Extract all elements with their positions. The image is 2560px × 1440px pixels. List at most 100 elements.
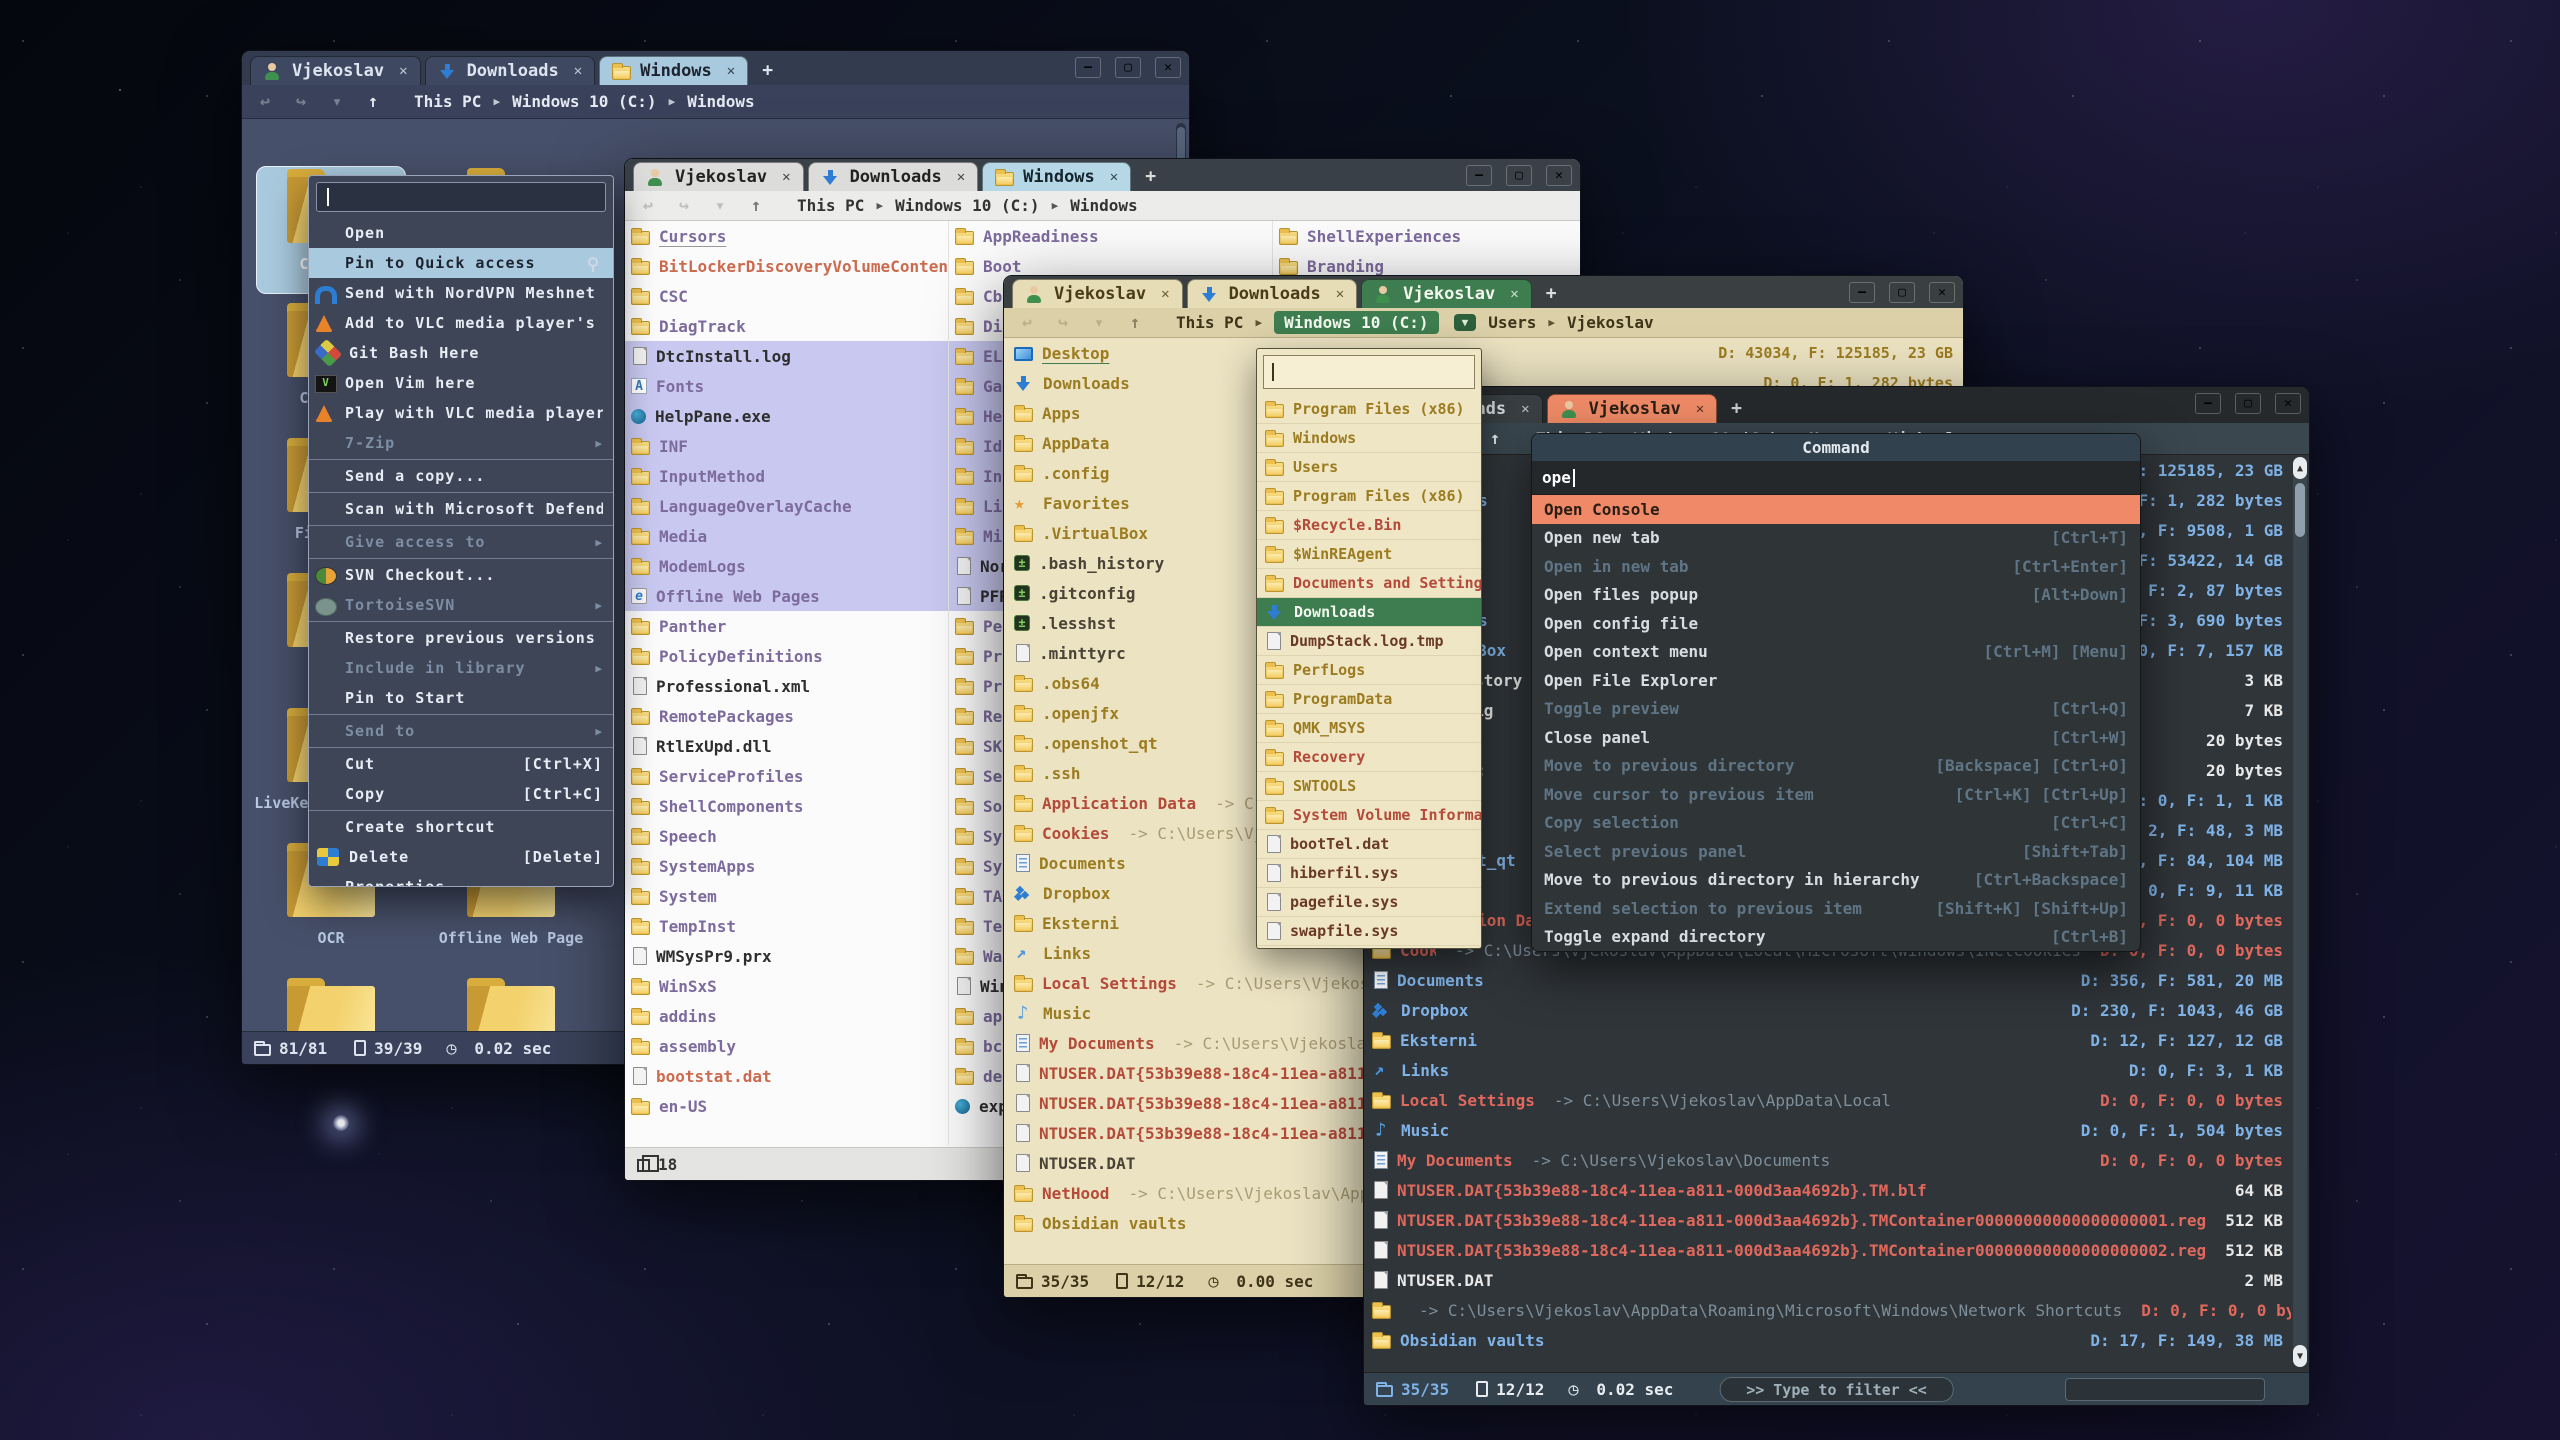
file-row-bootstat-dat[interactable]: bootstat.dat	[625, 1061, 948, 1091]
menu-item-7-zip[interactable]: 7-Zip▶	[309, 428, 613, 458]
tab-close-icon[interactable]: ✕	[1510, 286, 1518, 302]
breadcrumb-item-users[interactable]: Users	[1488, 313, 1536, 332]
breadcrumb-item-this-pc[interactable]: This PC	[797, 196, 864, 215]
minimize-button[interactable]: —	[2195, 393, 2221, 414]
palette-item-select-previous-panel[interactable]: Select previous panel[Shift+Tab]	[1532, 837, 2140, 866]
menu-item-properties[interactable]: Properties	[309, 872, 613, 887]
menu-item-open[interactable]: Open	[309, 218, 613, 248]
menu-item-tortoisesvn[interactable]: TortoiseSVN▶	[309, 590, 613, 620]
palette-item-move-to-previous-directory-in-hierarchy[interactable]: Move to previous directory in hierarchy[…	[1532, 866, 2140, 895]
file-row-links[interactable]: LinksD: 0, F: 3, 1 KB	[1364, 1055, 2291, 1085]
back-button[interactable]: ↩	[635, 196, 661, 216]
tab-close-icon[interactable]: ✕	[1521, 401, 1529, 417]
type-to-filter-button[interactable]: >> Type to filter <<	[1719, 1377, 1954, 1402]
breadcrumb-item-vjekoslav[interactable]: Vjekoslav	[1567, 313, 1654, 332]
new-tab-button[interactable]: +	[752, 56, 783, 85]
palette-item-open-in-new-tab[interactable]: Open in new tab[Ctrl+Enter]	[1532, 552, 2140, 581]
tab-windows[interactable]: Windows✕	[982, 162, 1131, 191]
up-button[interactable]: ↑	[360, 92, 386, 112]
breadcrumb[interactable]: This PC▶Windows 10 (C:)▼Users▶Vjekoslav	[1162, 311, 1654, 334]
menu-item-delete[interactable]: Delete[Delete]	[309, 842, 613, 872]
palette-item-open-console[interactable]: Open Console	[1532, 495, 2140, 524]
file-row-tempinst[interactable]: TempInst	[625, 911, 948, 941]
tab-vjekoslav[interactable]: Vjekoslav✕	[1361, 279, 1532, 308]
dropdown-item-dumpstack-log-tmp[interactable]: DumpStack.log.tmp	[1257, 627, 1481, 656]
close-button[interactable]: ✕	[1546, 165, 1572, 186]
back-button[interactable]: ↩	[252, 92, 278, 112]
up-button[interactable]: ↑	[743, 196, 769, 216]
file-row-media[interactable]: Media	[625, 521, 948, 551]
file-row-winsxs[interactable]: WinSxS	[625, 971, 948, 1001]
menu-item-scan-with-microsoft-defender[interactable]: Scan with Microsoft Defender...	[309, 494, 613, 524]
file-row-nethood[interactable]: NetHood-> C:\Users\Vjekoslav\AppData\Roa…	[1364, 1295, 2291, 1325]
palette-item-copy-selection[interactable]: Copy selection[Ctrl+C]	[1532, 809, 2140, 838]
palette-item-open-context-menu[interactable]: Open context menu[Ctrl+M] [Menu]	[1532, 638, 2140, 667]
menu-item-send-with-nordvpn-meshnet[interactable]: Send with NordVPN Meshnet	[309, 278, 613, 308]
breadcrumb-item-windows-10-c[interactable]: Windows 10 (C:)	[895, 196, 1040, 215]
file-row-dropbox[interactable]: DropboxD: 230, F: 1043, 46 GB	[1364, 995, 2291, 1025]
drive-dropdown-button[interactable]: ▼	[1454, 314, 1477, 331]
palette-item-open-files-popup[interactable]: Open files popup[Alt+Down]	[1532, 581, 2140, 610]
minimize-button[interactable]: —	[1075, 57, 1101, 78]
menu-filter-input[interactable]	[316, 182, 606, 212]
dropdown-item-swtools[interactable]: SWTOOLS	[1257, 772, 1481, 801]
file-row-diagtrack[interactable]: DiagTrack	[625, 311, 948, 341]
menu-item-play-with-vlc-media-player[interactable]: Play with VLC media player	[309, 398, 613, 428]
menu-item-restore-previous-versions[interactable]: Restore previous versions	[309, 623, 613, 653]
file-row-fonts[interactable]: Fonts	[625, 371, 948, 401]
menu-item-send-to[interactable]: Send to▶	[309, 716, 613, 746]
forward-button[interactable]: ↪	[1050, 313, 1076, 333]
dropdown-item-swapfile-sys[interactable]: swapfile.sys	[1257, 917, 1481, 946]
tab-vjekoslav[interactable]: Vjekoslav✕	[633, 162, 804, 191]
file-row-music[interactable]: MusicD: 0, F: 1, 504 bytes	[1364, 1115, 2291, 1145]
menu-item-create-shortcut[interactable]: Create shortcut	[309, 812, 613, 842]
dropdown-item-programdata[interactable]: ProgramData	[1257, 685, 1481, 714]
menu-item-send-a-copy[interactable]: Send a copy...	[309, 461, 613, 491]
file-row-eksterni[interactable]: EksterniD: 12, F: 127, 12 GB	[1364, 1025, 2291, 1055]
palette-item-open-config-file[interactable]: Open config file	[1532, 609, 2140, 638]
tab-downloads[interactable]: Downloads✕	[425, 56, 596, 85]
tab-windows[interactable]: Windows✕	[599, 56, 748, 85]
file-row-assembly[interactable]: assembly	[625, 1031, 948, 1061]
dropdown-filter-input[interactable]	[1263, 355, 1475, 389]
forward-button[interactable]: ↪	[671, 196, 697, 216]
tab-close-icon[interactable]: ✕	[727, 63, 735, 79]
dropdown-item-winreagent[interactable]: $WinREAgent	[1257, 540, 1481, 569]
dropdown-item-downloads[interactable]: Downloads	[1257, 598, 1481, 627]
menu-item-copy[interactable]: Copy[Ctrl+C]	[309, 779, 613, 809]
tab-vjekoslav[interactable]: Vjekoslav✕	[1012, 279, 1183, 308]
file-row-offline-web-pages[interactable]: Offline Web Pages	[625, 581, 948, 611]
dropdown-item-recycle-bin[interactable]: $Recycle.Bin	[1257, 511, 1481, 540]
palette-item-close-panel[interactable]: Close panel[Ctrl+W]	[1532, 723, 2140, 752]
file-row-languageoverlaycache[interactable]: LanguageOverlayCache	[625, 491, 948, 521]
dropdown-item-program-files-x86[interactable]: Program Files (x86)	[1257, 395, 1481, 424]
palette-item-move-cursor-to-previous-item[interactable]: Move cursor to previous item[Ctrl+K] [Ct…	[1532, 780, 2140, 809]
maximize-button[interactable]: ▢	[2235, 393, 2261, 414]
file-row-professional-xml[interactable]: Professional.xml	[625, 671, 948, 701]
file-row-ntuser-dat[interactable]: NTUSER.DAT2 MB	[1364, 1265, 2291, 1295]
menu-item-cut[interactable]: Cut[Ctrl+X]	[309, 749, 613, 779]
breadcrumb-item-this-pc[interactable]: This PC	[1176, 313, 1243, 332]
history-button[interactable]: ▾	[324, 92, 350, 112]
command-input[interactable]: ope	[1532, 461, 2140, 495]
menu-item-svn-checkout[interactable]: SVN Checkout...	[309, 560, 613, 590]
menu-item-give-access-to[interactable]: Give access to▶	[309, 527, 613, 557]
dropdown-item-recovery[interactable]: Recovery	[1257, 743, 1481, 772]
new-tab-button[interactable]: +	[1536, 279, 1567, 308]
file-row-dtcinstall-log[interactable]: DtcInstall.log	[625, 341, 948, 371]
file-row-my-documents[interactable]: My Documents-> C:\Users\Vjekoslav\Docume…	[1364, 1145, 2291, 1175]
tab-close-icon[interactable]: ✕	[1110, 169, 1118, 185]
grid-item[interactable]	[436, 976, 586, 1031]
dropdown-item-pagefile-sys[interactable]: pagefile.sys	[1257, 888, 1481, 917]
tab-close-icon[interactable]: ✕	[782, 169, 790, 185]
file-row-desktop[interactable]: DesktopD: 43034, F: 125185, 23 GB	[1004, 338, 1963, 368]
file-row-shellexperiences[interactable]: ShellExperiences	[1273, 221, 1580, 251]
up-button[interactable]: ↑	[1122, 313, 1148, 333]
file-row-addins[interactable]: addins	[625, 1001, 948, 1031]
file-row-ntuser-dat-53b39e88-18c4-11ea-a811-000d3aa4692b-tmcontainer00000000000000000002-regtrans-ms[interactable]: NTUSER.DAT{53b39e88-18c4-11ea-a811-000d3…	[1364, 1235, 2291, 1265]
dropdown-item-qmk-msys[interactable]: QMK_MSYS	[1257, 714, 1481, 743]
forward-button[interactable]: ↪	[288, 92, 314, 112]
file-row-serviceprofiles[interactable]: ServiceProfiles	[625, 761, 948, 791]
tab-close-icon[interactable]: ✕	[1161, 286, 1169, 302]
menu-item-pin-to-start[interactable]: Pin to Start	[309, 683, 613, 713]
